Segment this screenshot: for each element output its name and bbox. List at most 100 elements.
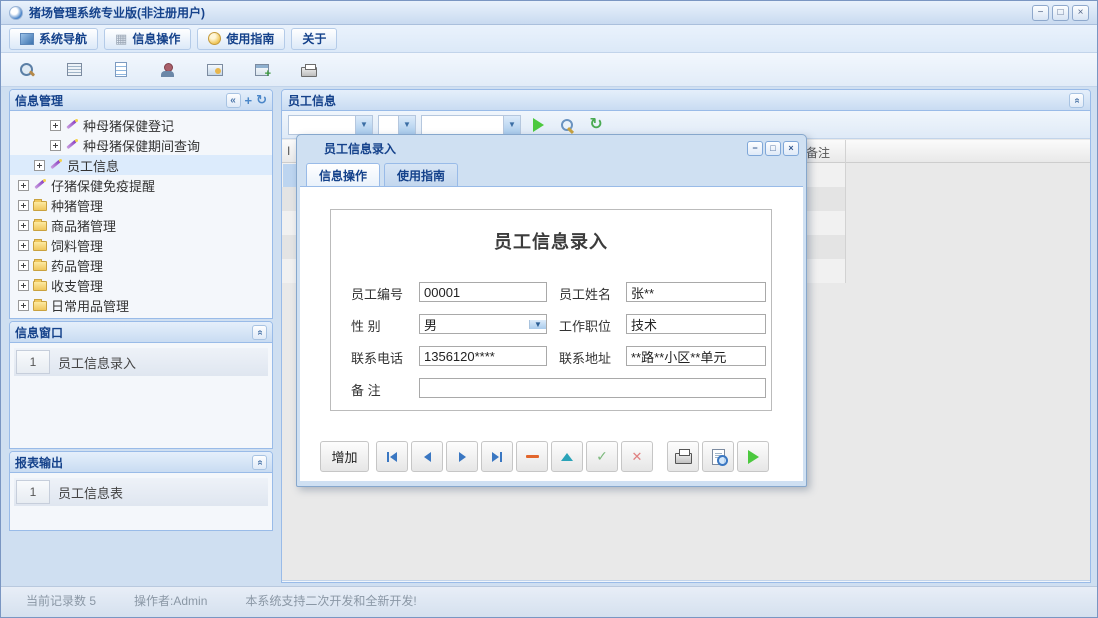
menu-tab-system-nav[interactable]: 系统导航	[9, 28, 98, 50]
expand-icon[interactable]	[18, 300, 29, 311]
last-record-button[interactable]	[481, 441, 513, 472]
emp-no-label: 员工编号	[351, 284, 403, 303]
info-windows-panel: 信息窗口 « 1 员工信息录入	[9, 321, 273, 449]
first-record-button[interactable]	[376, 441, 408, 472]
screen-button[interactable]	[199, 57, 231, 83]
info-windows-header: 信息窗口 «	[10, 322, 272, 343]
menu-tab-info-ops[interactable]: ▦ 信息操作	[104, 28, 191, 50]
tree-item-commercial-pig[interactable]: 商品猪管理	[10, 215, 272, 235]
screen-icon	[207, 64, 223, 76]
dialog-tabs: 信息操作 使用指南	[300, 161, 803, 187]
filter-select-3[interactable]: ▼	[421, 115, 521, 135]
dialog-maximize-button[interactable]: □	[765, 141, 781, 156]
menu-tab-guide[interactable]: 使用指南	[197, 28, 285, 50]
print-record-button[interactable]	[667, 441, 699, 472]
expand-icon[interactable]	[34, 160, 45, 171]
address-label: 联系地址	[559, 348, 611, 367]
tab-info-ops[interactable]: 信息操作	[306, 163, 380, 186]
expand-icon[interactable]	[18, 240, 29, 251]
remark-field[interactable]	[419, 378, 766, 398]
tree-item-sow-health-query[interactable]: 种母猪保健期间查询	[10, 135, 272, 155]
expand-icon[interactable]	[18, 280, 29, 291]
dialog-minimize-button[interactable]: −	[747, 141, 763, 156]
refresh-icon[interactable]: ↻	[256, 92, 267, 108]
chevron-down-icon[interactable]: ▼	[355, 116, 372, 134]
tree-item-sow-health-register[interactable]: 种母猪保健登记	[10, 115, 272, 135]
print-button-top[interactable]	[293, 57, 325, 83]
chevron-down-icon[interactable]: ▼	[503, 116, 520, 134]
window-minimize-button[interactable]: −	[1032, 5, 1049, 21]
clock-icon	[208, 32, 221, 45]
tree-item-piglet-immunity[interactable]: 仔猪保健免疫提醒	[10, 175, 272, 195]
collapse-up-icon[interactable]: «	[1069, 93, 1084, 108]
list-item-employee-report[interactable]: 1 员工信息表	[14, 478, 268, 506]
expand-icon[interactable]	[18, 180, 29, 191]
select-value	[379, 116, 398, 134]
search-edit-icon	[560, 118, 574, 132]
refresh-grid-button[interactable]: ↻	[584, 114, 608, 136]
menu-tab-about[interactable]: 关于	[291, 28, 337, 50]
emp-no-field[interactable]	[419, 282, 547, 302]
tree-item-label: 商品猪管理	[51, 216, 116, 235]
tree-item-employee-info[interactable]: 员工信息	[10, 155, 272, 175]
wand-icon	[65, 118, 79, 132]
tree-item-finance[interactable]: 收支管理	[10, 275, 272, 295]
folder-icon	[33, 221, 47, 231]
tree-item-feed[interactable]: 饲料管理	[10, 235, 272, 255]
app-title: 猪场管理系统专业版(非注册用户)	[29, 4, 205, 21]
window-close-button[interactable]: ×	[1072, 5, 1089, 21]
triangle-up-icon	[561, 453, 573, 461]
remark-label: 备 注	[351, 380, 381, 399]
gender-label: 性 别	[351, 316, 381, 335]
tree-item-breeding-pig[interactable]: 种猪管理	[10, 195, 272, 215]
expand-icon[interactable]	[50, 120, 61, 131]
address-field[interactable]	[626, 346, 766, 366]
tree-item-medicine[interactable]: 药品管理	[10, 255, 272, 275]
chevron-down-icon[interactable]: ▼	[398, 116, 415, 134]
next-record-button[interactable]	[446, 441, 478, 472]
document-button[interactable]	[105, 57, 137, 83]
expand-icon[interactable]	[18, 260, 29, 271]
dialog-close-button[interactable]: ×	[783, 141, 799, 156]
window-restore-button[interactable]: □	[1052, 5, 1069, 21]
expand-icon[interactable]	[50, 140, 61, 151]
collapse-up-icon[interactable]: «	[252, 325, 267, 340]
search-button[interactable]	[11, 57, 43, 83]
edit-record-button[interactable]	[551, 441, 583, 472]
delete-record-button[interactable]	[516, 441, 548, 472]
run-query-button[interactable]	[526, 114, 550, 136]
menu-tab-label: 使用指南	[226, 30, 274, 47]
list-item-employee-entry[interactable]: 1 员工信息录入	[14, 348, 268, 376]
add-record-button[interactable]: 增加	[320, 441, 369, 472]
filter-select-1[interactable]: ▼	[288, 115, 373, 135]
expand-icon[interactable]	[18, 220, 29, 231]
job-field[interactable]	[626, 314, 766, 334]
collapse-up-icon[interactable]: «	[252, 455, 267, 470]
run-record-button[interactable]	[737, 441, 769, 472]
filter-select-2[interactable]: ▼	[378, 115, 416, 135]
phone-field[interactable]	[419, 346, 547, 366]
prev-record-button[interactable]	[411, 441, 443, 472]
window-add-button[interactable]	[246, 57, 278, 83]
chevron-down-icon[interactable]: ▼	[529, 320, 546, 329]
tab-guide[interactable]: 使用指南	[384, 163, 458, 186]
tree-item-daily-goods[interactable]: 日常用品管理	[10, 295, 272, 315]
plus-icon[interactable]: +	[245, 93, 253, 108]
user-button[interactable]	[152, 57, 184, 83]
save-record-button[interactable]: ✓	[586, 441, 618, 472]
emp-name-field[interactable]	[626, 282, 766, 302]
wand-icon	[33, 178, 47, 192]
phone-label: 联系电话	[351, 348, 403, 367]
gender-select[interactable]: 男 ▼	[419, 314, 547, 334]
dialog-titlebar[interactable]: 员工信息录入 − □ ×	[300, 135, 803, 161]
menu-bar: 系统导航 ▦ 信息操作 使用指南 关于	[1, 25, 1097, 53]
cancel-record-button[interactable]: ✕	[621, 441, 653, 472]
panel-title: 报表输出	[15, 454, 63, 471]
expand-icon[interactable]	[18, 200, 29, 211]
form-button[interactable]	[58, 57, 90, 83]
edit-search-button[interactable]	[555, 114, 579, 136]
list-item-label: 员工信息表	[58, 483, 123, 502]
collapse-left-icon[interactable]: «	[226, 93, 241, 108]
pagination-bar: 第 页,共 1 页 ↻	[282, 580, 1090, 583]
preview-record-button[interactable]	[702, 441, 734, 472]
